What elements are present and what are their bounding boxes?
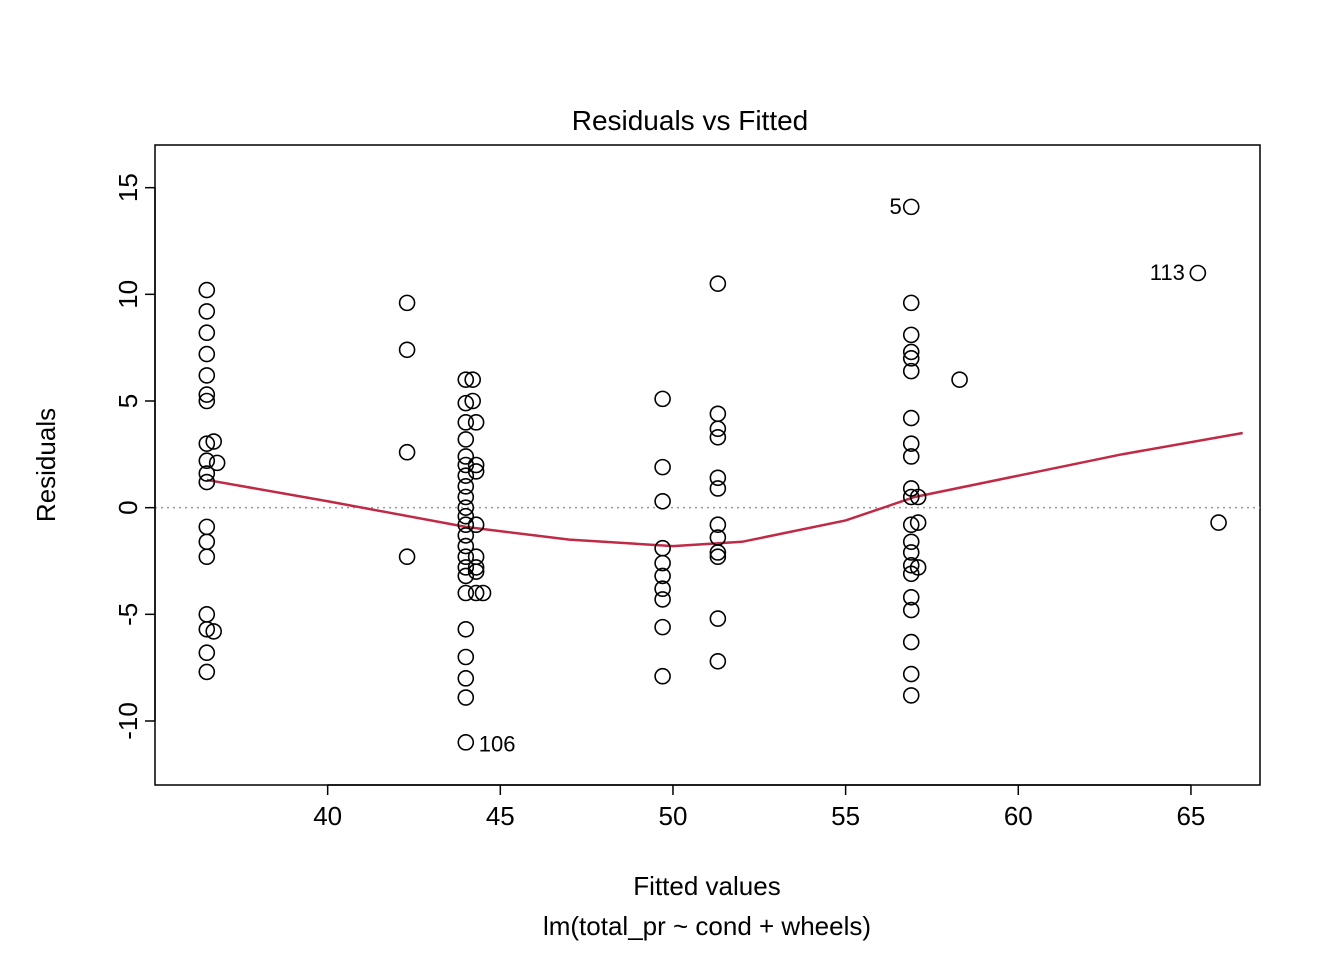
svg-text:40: 40 [313,801,342,831]
svg-text:-5: -5 [113,603,143,626]
svg-text:0: 0 [113,500,143,514]
svg-text:-10: -10 [113,702,143,740]
residuals-vs-fitted-chart: Residuals vs Fitted 5113106 404550556065… [0,0,1344,960]
svg-text:60: 60 [1004,801,1033,831]
svg-text:55: 55 [831,801,860,831]
x-axis-label: Fitted values [633,871,780,901]
svg-text:5: 5 [889,194,901,219]
svg-text:50: 50 [659,801,688,831]
svg-text:45: 45 [486,801,515,831]
svg-text:113: 113 [1150,260,1185,285]
plot-panel [155,145,1260,785]
svg-text:10: 10 [113,280,143,309]
point-annotations: 5 113 106 [479,194,1185,756]
chart-subtitle: lm(total_pr ~ cond + wheels) [543,911,871,941]
chart-title: Residuals vs Fitted [572,105,809,136]
x-axis-ticks: 40 45 50 55 60 65 [313,785,1205,831]
y-axis-ticks: -10 -5 0 5 10 15 [113,173,155,740]
svg-text:65: 65 [1176,801,1205,831]
y-axis-label: Residuals [31,408,61,522]
svg-text:5: 5 [113,394,143,408]
svg-text:15: 15 [113,173,143,202]
scatter-points [199,199,1226,749]
svg-text:106: 106 [479,731,516,756]
